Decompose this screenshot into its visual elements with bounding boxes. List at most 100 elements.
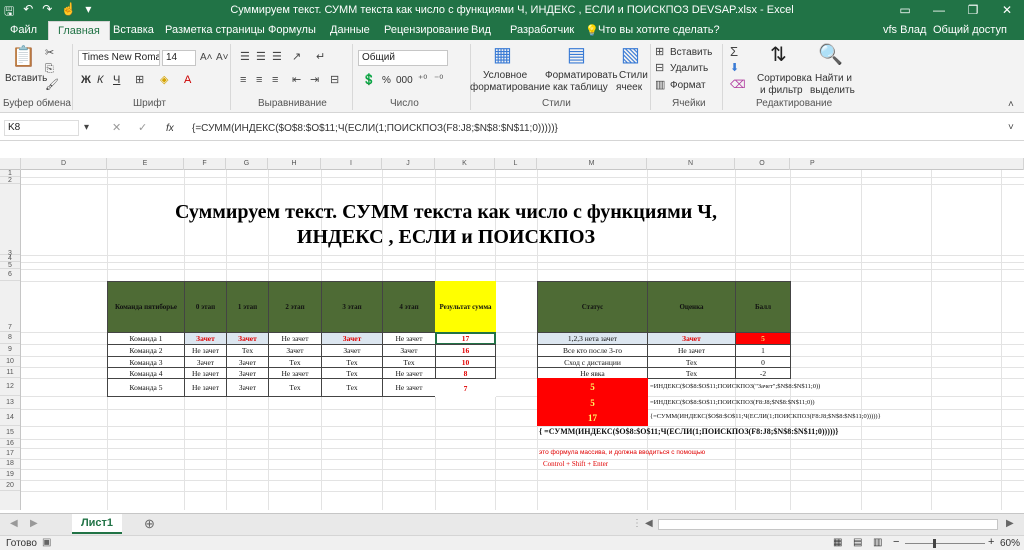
table-cell[interactable]: 7 <box>435 378 496 397</box>
zoom-level[interactable]: 60% <box>1000 538 1020 549</box>
insert-cells-icon[interactable]: ⊞ <box>655 45 664 59</box>
table-cell[interactable]: Команда 5 <box>107 378 185 397</box>
find-label2[interactable]: выделить <box>810 85 855 96</box>
table-header[interactable]: Команда пятиборье <box>107 281 185 333</box>
scroll-left-icon[interactable]: ◀ <box>645 518 653 529</box>
row-header[interactable]: 15 <box>0 426 20 439</box>
column-header[interactable]: I <box>321 158 382 170</box>
align-right-icon[interactable]: ≡ <box>272 73 278 87</box>
delete-cells-button[interactable]: Удалить <box>670 63 708 74</box>
italic-button[interactable]: К <box>97 75 103 86</box>
result-cell[interactable]: 17 <box>537 409 648 426</box>
select-all-corner[interactable] <box>0 158 21 170</box>
align-left-icon[interactable]: ≡ <box>240 73 246 87</box>
row-header[interactable]: 20 <box>0 480 20 491</box>
align-bottom-icon[interactable]: ☰ <box>272 50 282 64</box>
cancel-icon[interactable]: ✕ <box>112 121 121 135</box>
table-cell[interactable]: Зачет <box>226 378 269 397</box>
tab-formulas[interactable]: Формулы <box>268 24 316 36</box>
table-cell[interactable]: Не зачет <box>184 378 227 397</box>
zoom-slider-thumb[interactable] <box>933 539 936 548</box>
row-header[interactable]: 8 <box>0 332 20 344</box>
table-cell[interactable]: -2 <box>735 367 791 379</box>
column-header[interactable]: D <box>21 158 107 170</box>
column-header[interactable]: P <box>790 158 1024 170</box>
share-button[interactable]: Общий доступ <box>933 24 1007 36</box>
tab-developer[interactable]: Разработчик <box>510 24 574 36</box>
ribbon-options-icon[interactable]: ▭ <box>888 0 922 20</box>
minimize-button[interactable]: — <box>922 0 956 20</box>
table-cell[interactable]: Тех <box>268 378 322 397</box>
decrease-indent-icon[interactable]: ⇤ <box>292 73 301 87</box>
column-header[interactable]: H <box>268 158 321 170</box>
column-header[interactable]: G <box>226 158 268 170</box>
collapse-ribbon-icon[interactable]: ˄ <box>1008 98 1014 112</box>
grow-font-icon[interactable]: A˄ <box>200 51 213 65</box>
row-header[interactable]: 1 <box>0 170 20 177</box>
insert-cells-button[interactable]: Вставить <box>670 47 712 58</box>
align-middle-icon[interactable]: ☰ <box>256 50 266 64</box>
column-header[interactable]: N <box>647 158 735 170</box>
format-table-label1[interactable]: Форматировать <box>545 70 618 81</box>
column-header[interactable]: J <box>382 158 435 170</box>
tell-me-box[interactable]: Что вы хотите сделать? <box>598 24 720 36</box>
column-header[interactable]: O <box>735 158 790 170</box>
macro-record-icon[interactable]: ▣ <box>42 537 51 548</box>
row-header[interactable]: 12 <box>0 378 20 396</box>
copy-icon[interactable]: ⎘ <box>45 62 54 76</box>
increase-decimal-icon[interactable]: ⁺⁰ <box>418 73 427 87</box>
sort-label2[interactable]: и фильтр <box>760 85 803 96</box>
clear-icon[interactable]: ⌫ <box>730 78 746 92</box>
name-box[interactable]: K8 <box>4 120 79 136</box>
increase-indent-icon[interactable]: ⇥ <box>310 73 319 87</box>
scroll-right-icon[interactable]: ▶ <box>1006 518 1014 529</box>
column-header[interactable]: L <box>495 158 537 170</box>
zoom-in-icon[interactable]: + <box>988 536 994 548</box>
table-cell[interactable]: Тех <box>321 378 383 397</box>
format-cells-button[interactable]: Формат <box>670 80 706 91</box>
tab-file[interactable]: Файл <box>10 24 37 36</box>
align-center-icon[interactable]: ≡ <box>256 73 262 87</box>
row-header[interactable]: 11 <box>0 367 20 378</box>
paste-button[interactable]: Вставить <box>5 73 47 84</box>
borders-icon[interactable]: ⊞ <box>135 73 144 87</box>
insert-function-button[interactable]: fx <box>166 123 174 134</box>
row-header[interactable]: 3 <box>0 184 20 257</box>
result-cell[interactable]: 5 <box>537 378 648 396</box>
currency-icon[interactable]: 💲 <box>362 73 376 87</box>
tab-insert[interactable]: Вставка <box>113 24 154 36</box>
conditional-format-label2[interactable]: форматирование <box>470 82 550 93</box>
tab-review[interactable]: Рецензирование <box>384 24 469 36</box>
name-box-dropdown-icon[interactable]: ▾ <box>84 121 89 135</box>
bold-button[interactable]: Ж <box>81 75 91 86</box>
cell-styles-label2[interactable]: ячеек <box>616 82 642 93</box>
tab-home[interactable]: Главная <box>48 21 110 40</box>
column-header[interactable]: M <box>537 158 647 170</box>
thousands-button[interactable]: 000 <box>396 75 413 86</box>
align-top-icon[interactable]: ☰ <box>240 50 250 64</box>
horizontal-scrollbar[interactable] <box>658 519 998 530</box>
table-header[interactable]: 1 этап <box>226 281 269 333</box>
table-cell[interactable]: Тех <box>647 367 736 379</box>
cell-styles-icon[interactable]: ▧ <box>621 44 640 66</box>
sort-label1[interactable]: Сортировка <box>757 73 812 84</box>
wrap-text-icon[interactable]: ↵ <box>316 50 325 64</box>
close-button[interactable]: ✕ <box>990 0 1024 20</box>
formula-input[interactable]: {=СУММ(ИНДЕКС($O$8:$O$11;Ч(ЕСЛИ(1;ПОИСКП… <box>192 123 558 134</box>
conditional-format-label1[interactable]: Условное <box>483 70 527 81</box>
format-painter-icon[interactable]: 🖌 <box>45 78 59 92</box>
paste-icon[interactable]: 📋 <box>11 46 36 68</box>
table-header[interactable]: Статус <box>537 281 648 333</box>
enter-icon[interactable]: ✓ <box>138 121 147 135</box>
fill-icon[interactable]: ⬇ <box>730 61 739 75</box>
split-handle-icon[interactable]: ⋮ <box>632 518 642 529</box>
prev-sheet-icon[interactable]: ◀ <box>10 518 18 529</box>
conditional-format-icon[interactable]: ▦ <box>493 44 512 66</box>
merge-center-icon[interactable]: ⊟ <box>330 73 339 87</box>
format-cells-icon[interactable]: ▥ <box>655 78 665 92</box>
page-break-view-icon[interactable]: ▥ <box>873 537 882 548</box>
row-header[interactable]: 5 <box>0 262 20 269</box>
table-header[interactable]: 4 этап <box>382 281 436 333</box>
table-header[interactable]: 3 этап <box>321 281 383 333</box>
table-header[interactable]: Оценка <box>647 281 736 333</box>
